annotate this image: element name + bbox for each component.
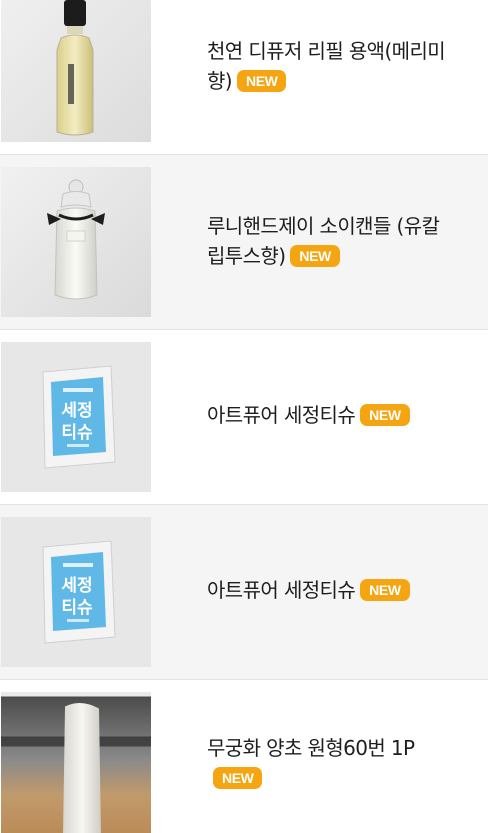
white-candle-photo[interactable] xyxy=(1,692,151,833)
product-item[interactable]: 루니핸드제이 소이캔들 (유칼 립투스향) NEW xyxy=(0,155,488,330)
product-title-line[interactable]: 천연 디퓨저 리필 용액(메리미 xyxy=(207,39,446,63)
product-title[interactable]: 아트퓨어 세정티슈 NEW xyxy=(207,575,477,605)
product-item[interactable]: 세정 티슈 아트퓨어 세정티슈 NEW xyxy=(0,330,488,505)
product-title-line[interactable]: 루니핸드제이 소이캔들 (유칼 xyxy=(207,214,440,238)
product-title-line[interactable]: 아트퓨어 세정티슈 xyxy=(207,578,356,602)
new-badge: NEW xyxy=(213,767,263,789)
product-item[interactable]: 세정 티슈 아트퓨어 세정티슈 NEW xyxy=(0,505,488,680)
product-title[interactable]: 무궁화 양초 원형60번 1P NEW xyxy=(207,733,477,793)
product-title-line[interactable]: 아트퓨어 세정티슈 xyxy=(207,403,356,427)
cleansing-tissue-pack-photo[interactable]: 세정 티슈 xyxy=(1,517,151,667)
package-text: 티슈 xyxy=(61,598,93,618)
new-badge: NEW xyxy=(290,245,340,267)
product-title[interactable]: 천연 디퓨저 리필 용액(메리미 향) NEW xyxy=(207,36,477,96)
product-list: 천연 디퓨저 리필 용액(메리미 향) NEW 루니핸드제이 소이캔들 (유칼 … xyxy=(0,0,488,833)
cleansing-tissue-pack-photo[interactable]: 세정 티슈 xyxy=(1,342,151,492)
diffuser-refill-bottle-photo[interactable] xyxy=(1,0,151,142)
product-title[interactable]: 루니핸드제이 소이캔들 (유칼 립투스향) NEW xyxy=(207,211,477,271)
product-item[interactable]: 천연 디퓨저 리필 용액(메리미 향) NEW xyxy=(0,0,488,155)
product-title-line[interactable]: 무궁화 양초 원형60번 1P xyxy=(207,736,415,760)
soy-candle-jar-photo[interactable] xyxy=(1,167,151,317)
new-badge: NEW xyxy=(360,404,410,426)
package-text: 세정 xyxy=(61,576,92,596)
new-badge: NEW xyxy=(237,70,287,92)
product-title-line[interactable]: 립투스향) xyxy=(207,244,286,268)
new-badge: NEW xyxy=(360,579,410,601)
product-item[interactable]: 무궁화 양초 원형60번 1P NEW xyxy=(0,680,488,833)
product-title[interactable]: 아트퓨어 세정티슈 NEW xyxy=(207,400,477,430)
package-text: 티슈 xyxy=(61,423,93,443)
product-title-line[interactable]: 향) xyxy=(207,69,233,93)
package-text: 세정 xyxy=(61,401,92,421)
